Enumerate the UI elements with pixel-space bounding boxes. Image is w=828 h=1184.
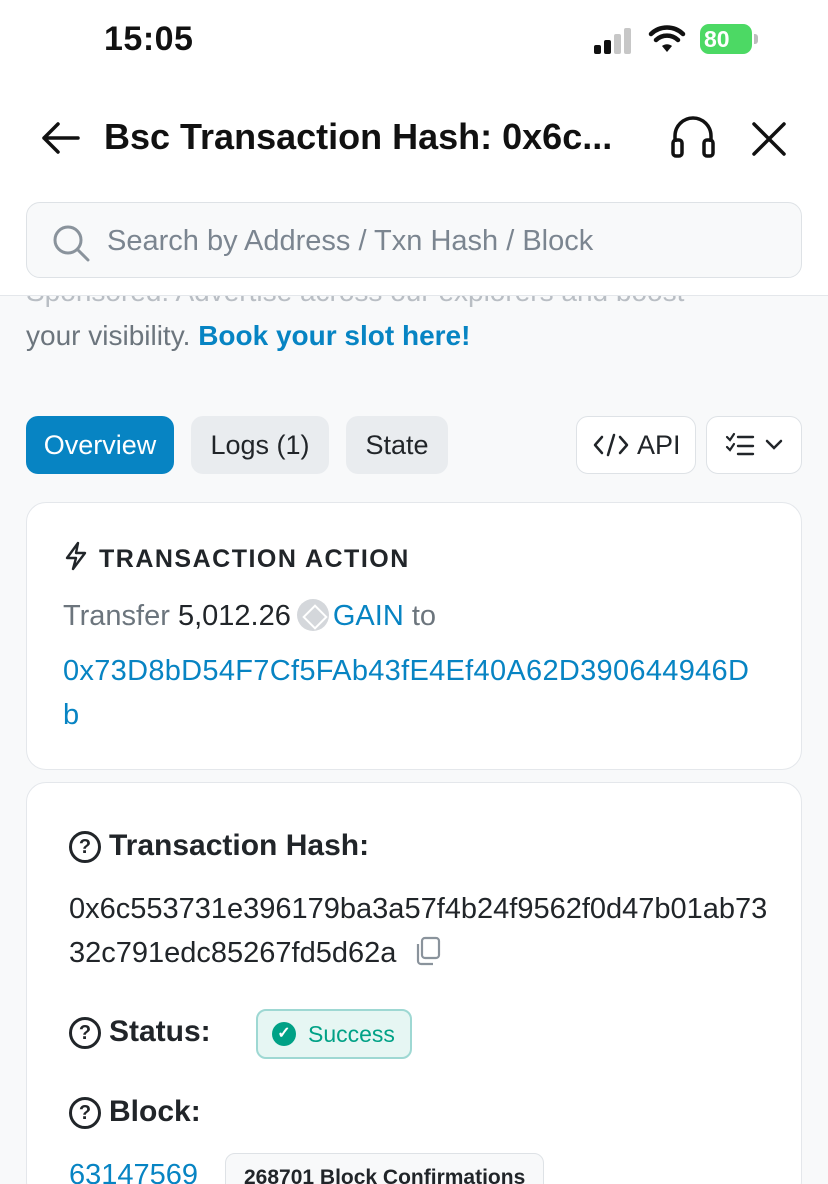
api-label: API	[637, 430, 681, 460]
transaction-action-card: TRANSACTION ACTION Transfer 5,012.26 GAIN…	[26, 502, 802, 770]
transfer-amount: 5,012.26	[177, 600, 291, 632]
status-label: ? Status:	[69, 1015, 211, 1049]
token-link[interactable]: GAIN	[333, 600, 404, 632]
block-number-link[interactable]: 63147569	[69, 1159, 198, 1184]
recipient-address-link[interactable]: 0x73D8bD54F7Cf5FAb43fE4Ef40A62D390644946…	[63, 649, 763, 737]
close-icon[interactable]	[748, 118, 790, 160]
app-header: Bsc Transaction Hash: 0x6c...	[0, 80, 828, 194]
transaction-details-card: ? Transaction Hash: 0x6c553731e396179ba3a…	[26, 782, 802, 1184]
transaction-hash-label: ? Transaction Hash:	[69, 829, 369, 863]
help-icon[interactable]: ?	[69, 1097, 101, 1129]
token-logo-icon	[296, 599, 329, 631]
tab-state[interactable]: State	[346, 416, 448, 474]
chevron-down-icon	[765, 439, 783, 450]
transfer-preposition: to	[411, 600, 437, 632]
status-bar: 15:05 80	[0, 0, 828, 80]
battery-level: 80	[700, 24, 752, 54]
lightning-icon	[65, 541, 87, 571]
transfer-verb: Transfer	[63, 600, 170, 632]
search-icon	[53, 225, 90, 262]
search-bar-container	[0, 194, 828, 296]
view-options-dropdown[interactable]	[706, 416, 802, 474]
tab-overview[interactable]: Overview	[26, 416, 174, 474]
cellular-signal-icon	[594, 28, 636, 54]
book-slot-link[interactable]: Book your slot here!	[198, 320, 470, 351]
help-icon[interactable]: ?	[69, 1017, 101, 1049]
transaction-action-heading: TRANSACTION ACTION	[63, 541, 410, 574]
status-badge: Success	[256, 1009, 412, 1059]
tab-logs[interactable]: Logs (1)	[191, 416, 329, 474]
api-button[interactable]: API	[576, 416, 696, 474]
page-title: Bsc Transaction Hash: 0x6c...	[104, 116, 613, 157]
transfer-summary: Transfer 5,012.26 GAIN to	[63, 599, 436, 633]
help-icon[interactable]: ?	[69, 831, 101, 863]
transaction-hash-value: 0x6c553731e396179ba3a57f4b24f9562f0d47b0…	[69, 893, 768, 969]
search-input[interactable]	[107, 217, 667, 265]
checklist-icon	[725, 432, 755, 456]
battery-icon: 80	[700, 24, 758, 54]
block-confirmations-badge: 268701 Block Confirmations	[225, 1153, 545, 1184]
code-icon	[593, 433, 629, 457]
wifi-icon	[648, 25, 686, 52]
block-label: ? Block:	[69, 1095, 201, 1129]
status-time: 15:05	[104, 20, 194, 58]
back-arrow-icon[interactable]	[36, 114, 84, 162]
sponsored-text: your visibility.	[26, 320, 191, 351]
headset-support-icon[interactable]	[668, 112, 718, 162]
search-box[interactable]	[26, 202, 802, 278]
copy-icon[interactable]	[414, 936, 442, 966]
